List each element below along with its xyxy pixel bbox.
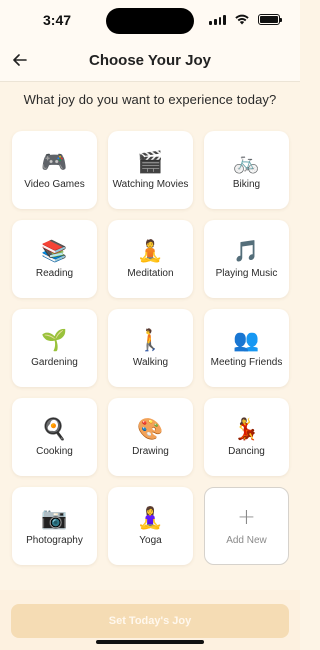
activity-label: Playing Music [215, 267, 278, 279]
music-note-icon: 🎵 [233, 238, 260, 263]
activity-label: Video Games [24, 178, 85, 190]
seedling-icon: 🌱 [41, 327, 68, 352]
activity-card[interactable]: 🎮 Video Games [12, 131, 97, 209]
add-new-button[interactable]: + Add New [204, 487, 289, 565]
status-bar: 3:47 [0, 0, 300, 40]
camera-icon: 📷 [41, 505, 68, 530]
activity-card[interactable]: 🚲 Biking [204, 131, 289, 209]
activity-card[interactable]: 🌱 Gardening [12, 309, 97, 387]
home-indicator [96, 640, 204, 644]
activity-label: Watching Movies [112, 178, 189, 190]
activity-label: Drawing [132, 445, 169, 457]
activity-card[interactable]: 💃 Dancing [204, 398, 289, 476]
walking-person-icon: 🚶 [137, 327, 164, 352]
activity-card[interactable]: 🎨 Drawing [108, 398, 193, 476]
activity-grid: 🎮 Video Games 🎬 Watching Movies 🚲 Biking 📚 Read… [12, 131, 289, 565]
battery-icon [258, 13, 282, 25]
activity-card[interactable]: 🚶 Walking [108, 309, 193, 387]
activity-label: Gardening [31, 356, 78, 368]
activity-label: Meeting Friends [210, 356, 283, 368]
question-prompt: What joy do you want to experience today… [23, 92, 277, 107]
people-icon: 👥 [233, 327, 260, 352]
activity-card[interactable]: 🧘‍♀️ Yoga [108, 487, 193, 565]
wifi-icon [235, 14, 249, 25]
yoga-icon: 🧘‍♀️ [137, 505, 164, 530]
palette-icon: 🎨 [137, 416, 164, 441]
activity-card[interactable]: 👥 Meeting Friends [204, 309, 289, 387]
set-todays-joy-button[interactable]: Set Today's Joy [11, 604, 289, 638]
activity-card[interactable]: 🧘 Meditation [108, 220, 193, 298]
dancer-icon: 💃 [233, 416, 260, 441]
activity-label: Biking [232, 178, 261, 190]
meditation-icon: 🧘 [137, 238, 164, 263]
signal-icon [209, 14, 226, 25]
header: Choose Your Joy [0, 40, 300, 82]
page-title: Choose Your Joy [89, 52, 211, 69]
add-new-label: Add New [226, 534, 267, 546]
books-icon: 📚 [41, 238, 68, 263]
activity-card[interactable]: 🍳 Cooking [12, 398, 97, 476]
status-time: 3:47 [43, 12, 72, 28]
dynamic-island [106, 8, 194, 34]
status-icons [209, 13, 282, 25]
activity-label: Meditation [127, 267, 174, 279]
activity-label: Photography [26, 534, 83, 546]
activity-label: Walking [132, 356, 169, 368]
activity-label: Cooking [36, 445, 73, 457]
clapper-board-icon: 🎬 [137, 149, 164, 174]
activity-card[interactable]: 📷 Photography [12, 487, 97, 565]
activity-card[interactable]: 📚 Reading [12, 220, 97, 298]
screen: 3:47 Choose Your Joy What joy do you wan… [0, 0, 300, 650]
activity-card[interactable]: 🎵 Playing Music [204, 220, 289, 298]
activity-label: Yoga [139, 534, 162, 546]
activity-label: Dancing [228, 445, 265, 457]
activity-card[interactable]: 🎬 Watching Movies [108, 131, 193, 209]
activity-label: Reading [35, 267, 74, 279]
bicycle-icon: 🚲 [233, 149, 260, 174]
frying-pan-icon: 🍳 [41, 416, 68, 441]
game-controller-icon: 🎮 [41, 149, 68, 174]
plus-icon: + [237, 504, 256, 530]
